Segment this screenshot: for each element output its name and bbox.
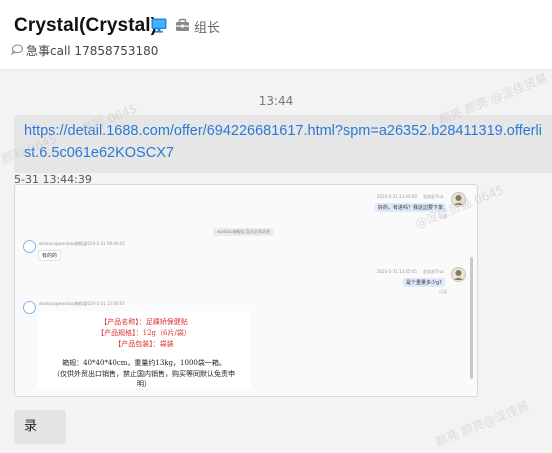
mini-message-time: 2024-5-31 09:46:02 [85, 241, 125, 246]
mini-avatar-left [23, 240, 36, 253]
product-spec-line: 【产品规格】：12g（6片/袋） [97, 329, 191, 337]
mini-bubble-outgoing: 是个重量多少g? [403, 278, 445, 287]
mini-sender-name: 金凯宏Tina [423, 269, 444, 274]
mini-sender-name: 金凯宏Tina [423, 194, 444, 199]
chat-header: Crystal(Crystal) 组长 急事call 17858753180 [0, 0, 552, 70]
mini-read-status: 已读 [439, 289, 447, 294]
role-label: 组长 [194, 21, 221, 36]
mini-message-time: 2024-5-31 13:44:00 [377, 194, 417, 199]
watermark: 颜亮 颜亮@淀佳贸 [433, 398, 532, 450]
screenshot-image-message[interactable]: 2024-5-31 13:44:00 金凯宏Tina 好的，有进吗？我这边要下单… [14, 184, 478, 397]
team-lead-icon [176, 18, 189, 31]
product-note-line: （仅供外贸出口销售，禁止国内销售，购买等同默认免责申 [53, 370, 235, 378]
mini-message-time: 2024-5-31 13:46:07 [85, 301, 125, 306]
mini-message-time: 2024-5-31 13:45:05 [377, 269, 417, 274]
product-info-card: 【产品名称】：足踝矫保健贴 【产品规格】：12g（6片/袋） 【产品包装】：袋装… [37, 311, 251, 388]
mini-avatar-left [23, 301, 36, 314]
product-note-line-2: 明） [137, 380, 151, 388]
product-box-line: 箱规：40*40*40cm，重量约13kg，1000袋一箱。 [62, 359, 226, 367]
mini-sender-name: wanbao@wanbao旗舰店 [39, 241, 87, 246]
mini-scrollbar [470, 257, 473, 379]
record-button[interactable]: 录 [14, 410, 66, 444]
mini-system-notice: wanbao旗舰店 暂无后续消息 [213, 228, 274, 236]
mini-bubble-incoming: 有的的 [38, 250, 62, 261]
mini-sender-name: wanbao@wanbao旗舰店 [39, 301, 87, 306]
product-name-line: 【产品名称】：足踝矫保健贴 [100, 318, 188, 326]
speech-bubble-icon [11, 44, 23, 55]
contact-name[interactable]: Crystal(Crystal) [14, 15, 157, 37]
product-pack-line: 【产品包装】：袋装 [114, 340, 174, 348]
chat-message-area[interactable]: 13:44 https://detail.1688.com/offer/6942… [0, 70, 552, 453]
contact-signature: 急事call 17858753180 [26, 44, 159, 58]
mini-avatar-right [451, 267, 466, 282]
monitor-icon[interactable] [151, 18, 167, 33]
